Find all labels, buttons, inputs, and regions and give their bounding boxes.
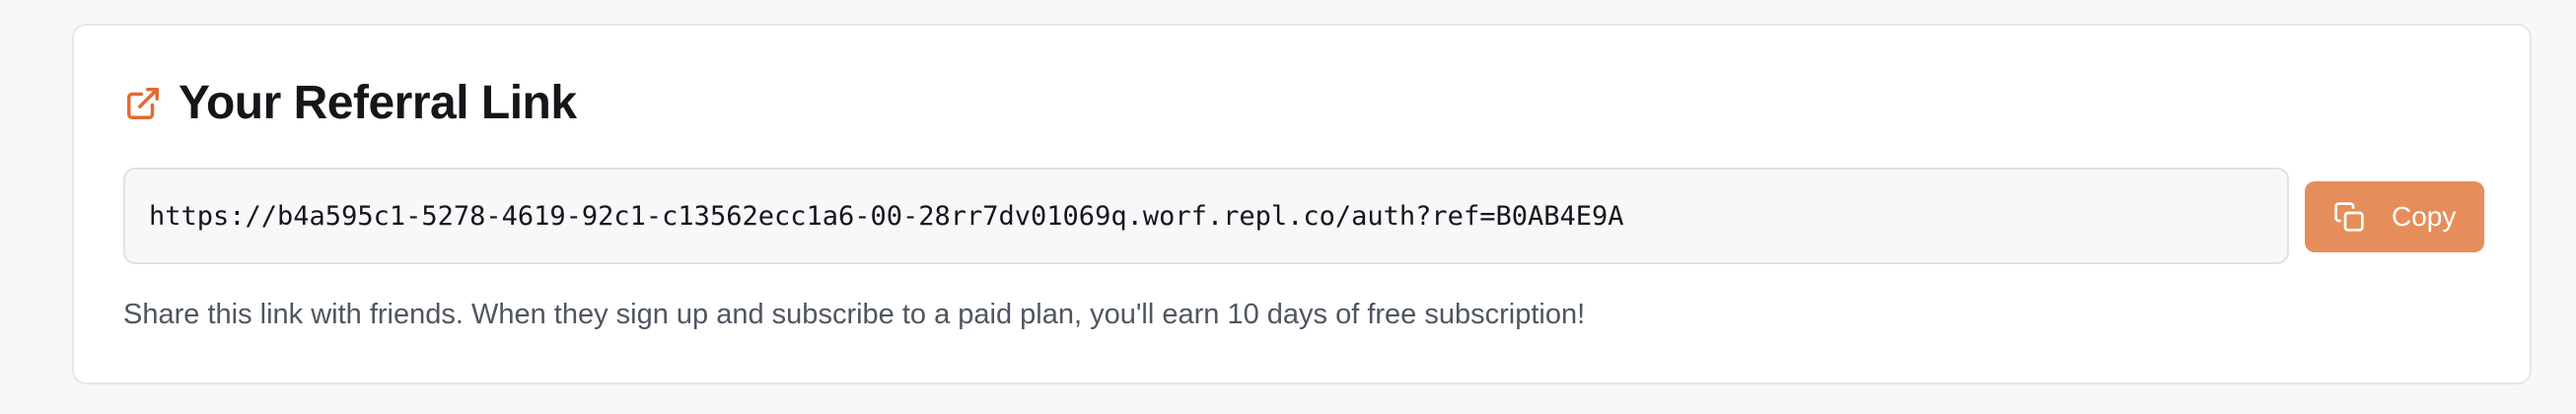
copy-button[interactable]: Copy xyxy=(2305,181,2484,252)
referral-description: Share this link with friends. When they … xyxy=(123,299,1586,330)
card-header: Your Referral Link xyxy=(123,69,577,138)
referral-link-field[interactable]: https://b4a595c1-5278-4619-92c1-c13562ec… xyxy=(123,168,2289,264)
copy-button-label: Copy xyxy=(2392,201,2457,232)
external-link-icon xyxy=(123,84,163,123)
copy-icon xyxy=(2332,200,2366,234)
referral-card: Your Referral Link https://b4a595c1-5278… xyxy=(72,24,2532,384)
card-title: Your Referral Link xyxy=(179,77,577,129)
